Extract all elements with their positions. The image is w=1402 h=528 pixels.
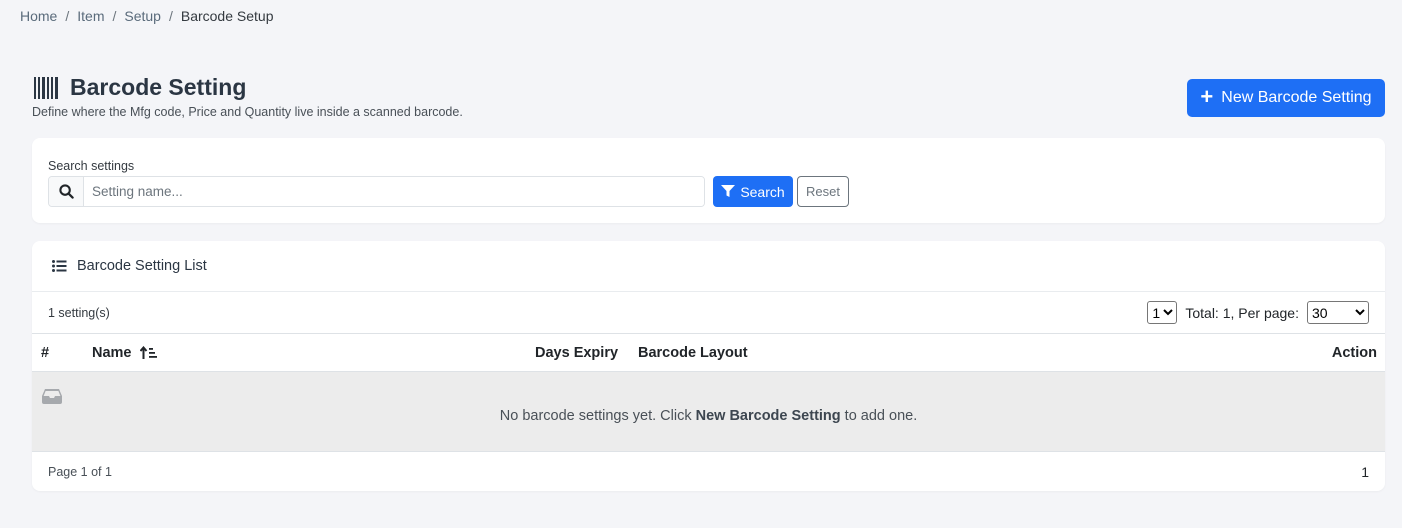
plus-icon: + (1200, 84, 1214, 109)
breadcrumb-home[interactable]: Home (20, 8, 57, 24)
search-button-label: Search (740, 183, 785, 200)
empty-message-link: New Barcode Setting (695, 408, 841, 424)
search-button[interactable]: Search (713, 176, 793, 207)
empty-state-row: No barcode settings yet. Click New Barco… (32, 372, 1385, 452)
per-page-select[interactable]: 30 (1307, 301, 1369, 324)
column-name[interactable]: Name (92, 345, 157, 361)
page-subtitle: Define where the Mfg code, Price and Qua… (32, 105, 463, 119)
page-title: Barcode Setting (70, 74, 247, 100)
breadcrumb-separator: / (168, 8, 173, 24)
breadcrumb: Home / Item / Setup / Barcode Setup (20, 8, 273, 24)
table-header: # Name Days Expiry Barcode Layout Action (32, 333, 1385, 372)
breadcrumb-separator: / (112, 8, 117, 24)
breadcrumb-separator: / (65, 8, 70, 24)
filter-icon (721, 185, 736, 197)
column-action: Action (1331, 345, 1377, 361)
column-number: # (41, 345, 50, 361)
search-input-group (48, 176, 705, 207)
page-select[interactable]: 1 (1147, 301, 1178, 324)
empty-message-prefix: No barcode settings yet. Click (499, 408, 696, 424)
column-days-expiry: Days Expiry (535, 345, 619, 361)
barcode-setting-list-card: Barcode Setting List 1 setting(s) 1 Tota… (32, 241, 1385, 491)
breadcrumb-item[interactable]: Item (77, 8, 104, 24)
search-card: Search settings Search Reset (32, 138, 1385, 223)
list-toolbar: 1 setting(s) 1 Total: 1, Per page: 30 (32, 292, 1385, 333)
list-title: Barcode Setting List (77, 258, 207, 274)
column-barcode-layout: Barcode Layout (638, 345, 748, 361)
column-name-label: Name (92, 345, 132, 361)
page-info: Page 1 of 1 (48, 465, 112, 479)
pagination-controls: 1 Total: 1, Per page: 30 (1147, 301, 1369, 324)
empty-state-message: No barcode settings yet. Click New Barco… (32, 408, 1385, 424)
reset-button[interactable]: Reset (797, 176, 849, 207)
search-label: Search settings (48, 159, 135, 173)
pagination-page-1[interactable]: 1 (1361, 464, 1369, 480)
list-header: Barcode Setting List (32, 241, 1385, 292)
list-icon (52, 260, 67, 272)
settings-count: 1 setting(s) (48, 305, 110, 320)
sort-ascending-icon[interactable] (139, 346, 157, 360)
barcode-icon (34, 76, 58, 99)
list-footer: Page 1 of 1 1 (32, 453, 1385, 491)
search-icon (49, 177, 84, 206)
search-input[interactable] (84, 177, 704, 206)
empty-message-suffix: to add one. (840, 408, 918, 424)
inbox-icon (42, 389, 62, 404)
new-barcode-setting-button[interactable]: + New Barcode Setting (1187, 79, 1385, 117)
breadcrumb-current: Barcode Setup (180, 8, 274, 24)
page-header: Barcode Setting (34, 74, 246, 101)
breadcrumb-setup[interactable]: Setup (124, 8, 161, 24)
new-barcode-setting-label: New Barcode Setting (1221, 89, 1372, 106)
total-text: Total: 1, Per page: (1185, 304, 1299, 321)
